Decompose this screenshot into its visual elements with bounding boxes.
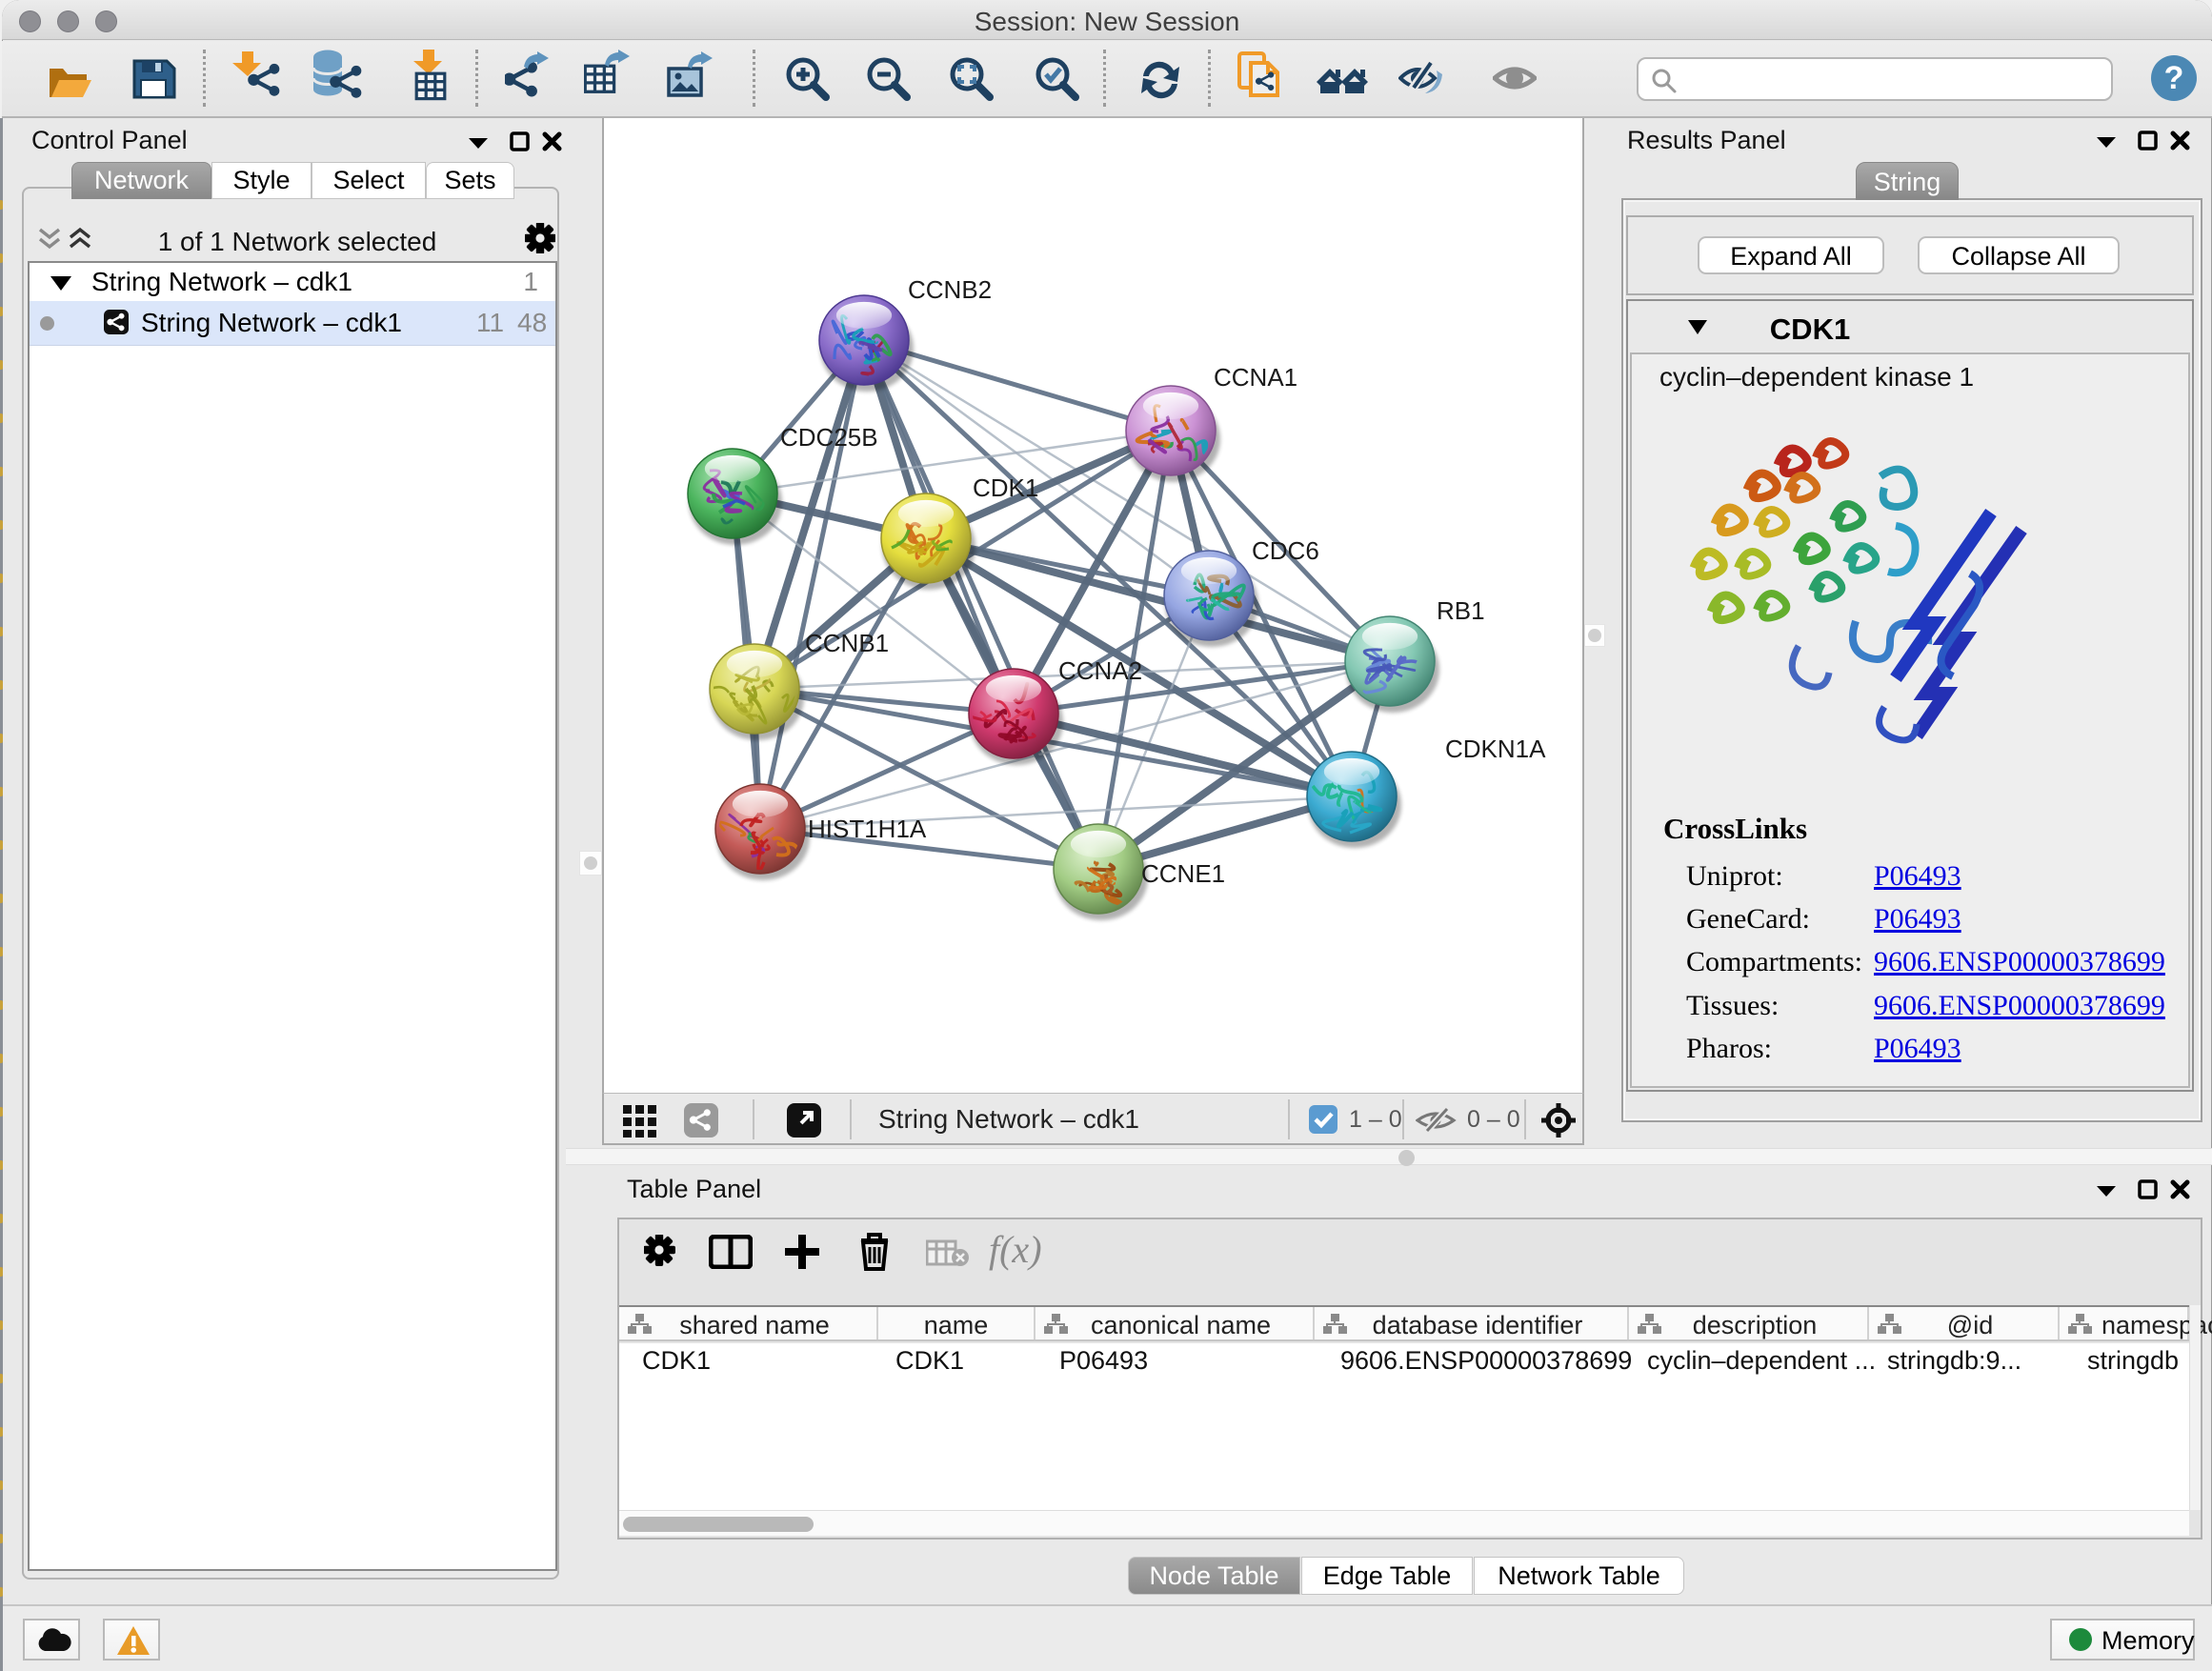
svg-text:RB1: RB1 [1437,596,1485,625]
svg-text:CCNB1: CCNB1 [805,629,889,657]
svg-text:CCNE1: CCNE1 [1141,859,1225,888]
svg-text:HIST1H1A: HIST1H1A [808,815,927,843]
svg-text:CDC6: CDC6 [1252,536,1319,565]
svg-text:CCNA2: CCNA2 [1058,656,1142,685]
svg-text:CDKN1A: CDKN1A [1445,735,1546,763]
svg-text:CDC25B: CDC25B [780,423,878,452]
svg-text:?: ? [2164,60,2184,96]
svg-text:CCNB2: CCNB2 [908,275,992,304]
svg-text:CCNA1: CCNA1 [1214,363,1297,392]
svg-text:CDK1: CDK1 [973,473,1038,502]
